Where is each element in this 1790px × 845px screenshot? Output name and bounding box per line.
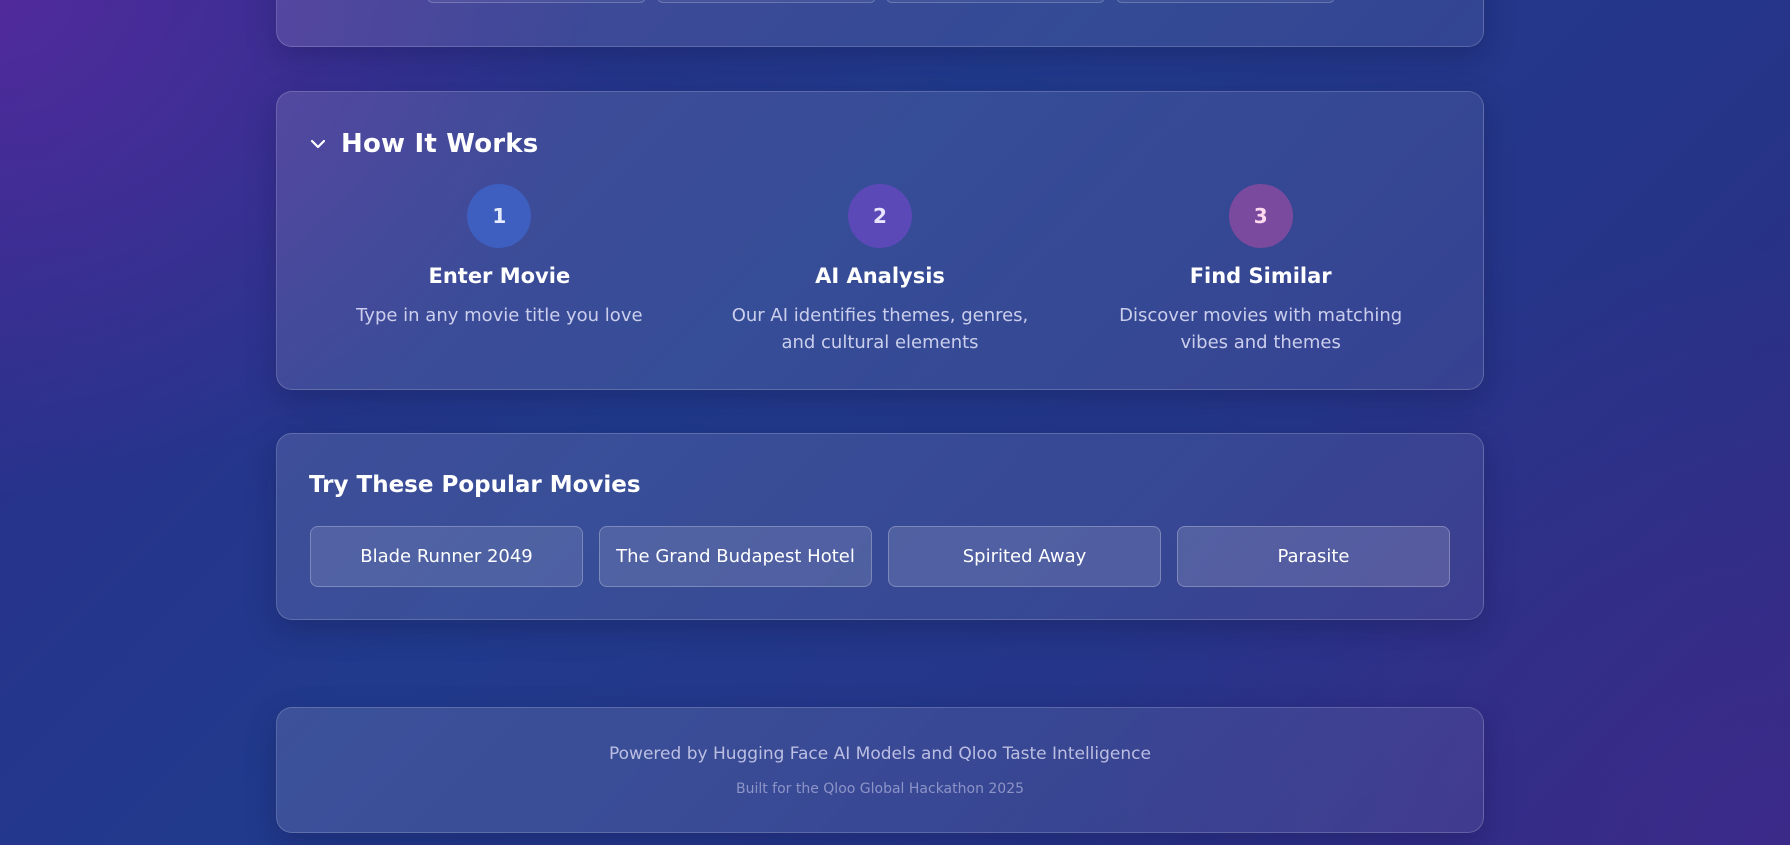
movie-button-grand-budapest-hotel[interactable]: The Grand Budapest Hotel	[599, 526, 872, 587]
step-description: Type in any movie title you love	[356, 305, 643, 326]
top-option-button[interactable]	[427, 0, 646, 3]
top-card-partial	[276, 0, 1484, 47]
popular-movies-title: Try These Popular Movies	[309, 472, 641, 498]
step-ai-analysis: 2 AI Analysis Our AI identifies themes, …	[690, 184, 1071, 356]
steps-list: 1 Enter Movie Type in any movie title yo…	[309, 184, 1451, 356]
popular-movies-card: Try These Popular Movies Blade Runner 20…	[276, 433, 1484, 620]
step-enter-movie: 1 Enter Movie Type in any movie title yo…	[309, 184, 690, 356]
step-description: Discover movies with matching vibes and …	[1119, 305, 1403, 353]
step-number-badge: 1	[467, 184, 532, 248]
step-number-badge: 3	[1228, 184, 1293, 248]
step-title: AI Analysis	[815, 264, 945, 288]
step-find-similar: 3 Find Similar Discover movies with matc…	[1070, 184, 1451, 356]
top-option-button[interactable]	[886, 0, 1105, 3]
chevron-down-icon	[310, 139, 326, 149]
footer-powered-by: Powered by Hugging Face AI Models and Ql…	[609, 744, 1151, 764]
top-option-button[interactable]	[657, 0, 876, 3]
step-title: Find Similar	[1189, 264, 1332, 288]
step-number-badge: 2	[848, 184, 912, 248]
footer-built-for: Built for the Qloo Global Hackathon 2025	[735, 781, 1025, 797]
top-option-button[interactable]	[1116, 0, 1335, 3]
popular-movies-list: Blade Runner 2049 The Grand Budapest Hot…	[310, 526, 1450, 587]
how-it-works-toggle[interactable]: How It Works	[309, 124, 538, 164]
how-it-works-title: How It Works	[341, 129, 539, 159]
movie-button-blade-runner-2049[interactable]: Blade Runner 2049	[310, 526, 583, 587]
movie-button-parasite[interactable]: Parasite	[1177, 526, 1450, 587]
how-it-works-card: How It Works 1 Enter Movie Type in any m…	[276, 91, 1484, 390]
step-description: Our AI identifies themes, genres, and cu…	[731, 305, 1029, 353]
step-title: Enter Movie	[428, 264, 571, 288]
movie-button-spirited-away[interactable]: Spirited Away	[888, 526, 1161, 587]
footer-card: Powered by Hugging Face AI Models and Ql…	[276, 707, 1484, 833]
